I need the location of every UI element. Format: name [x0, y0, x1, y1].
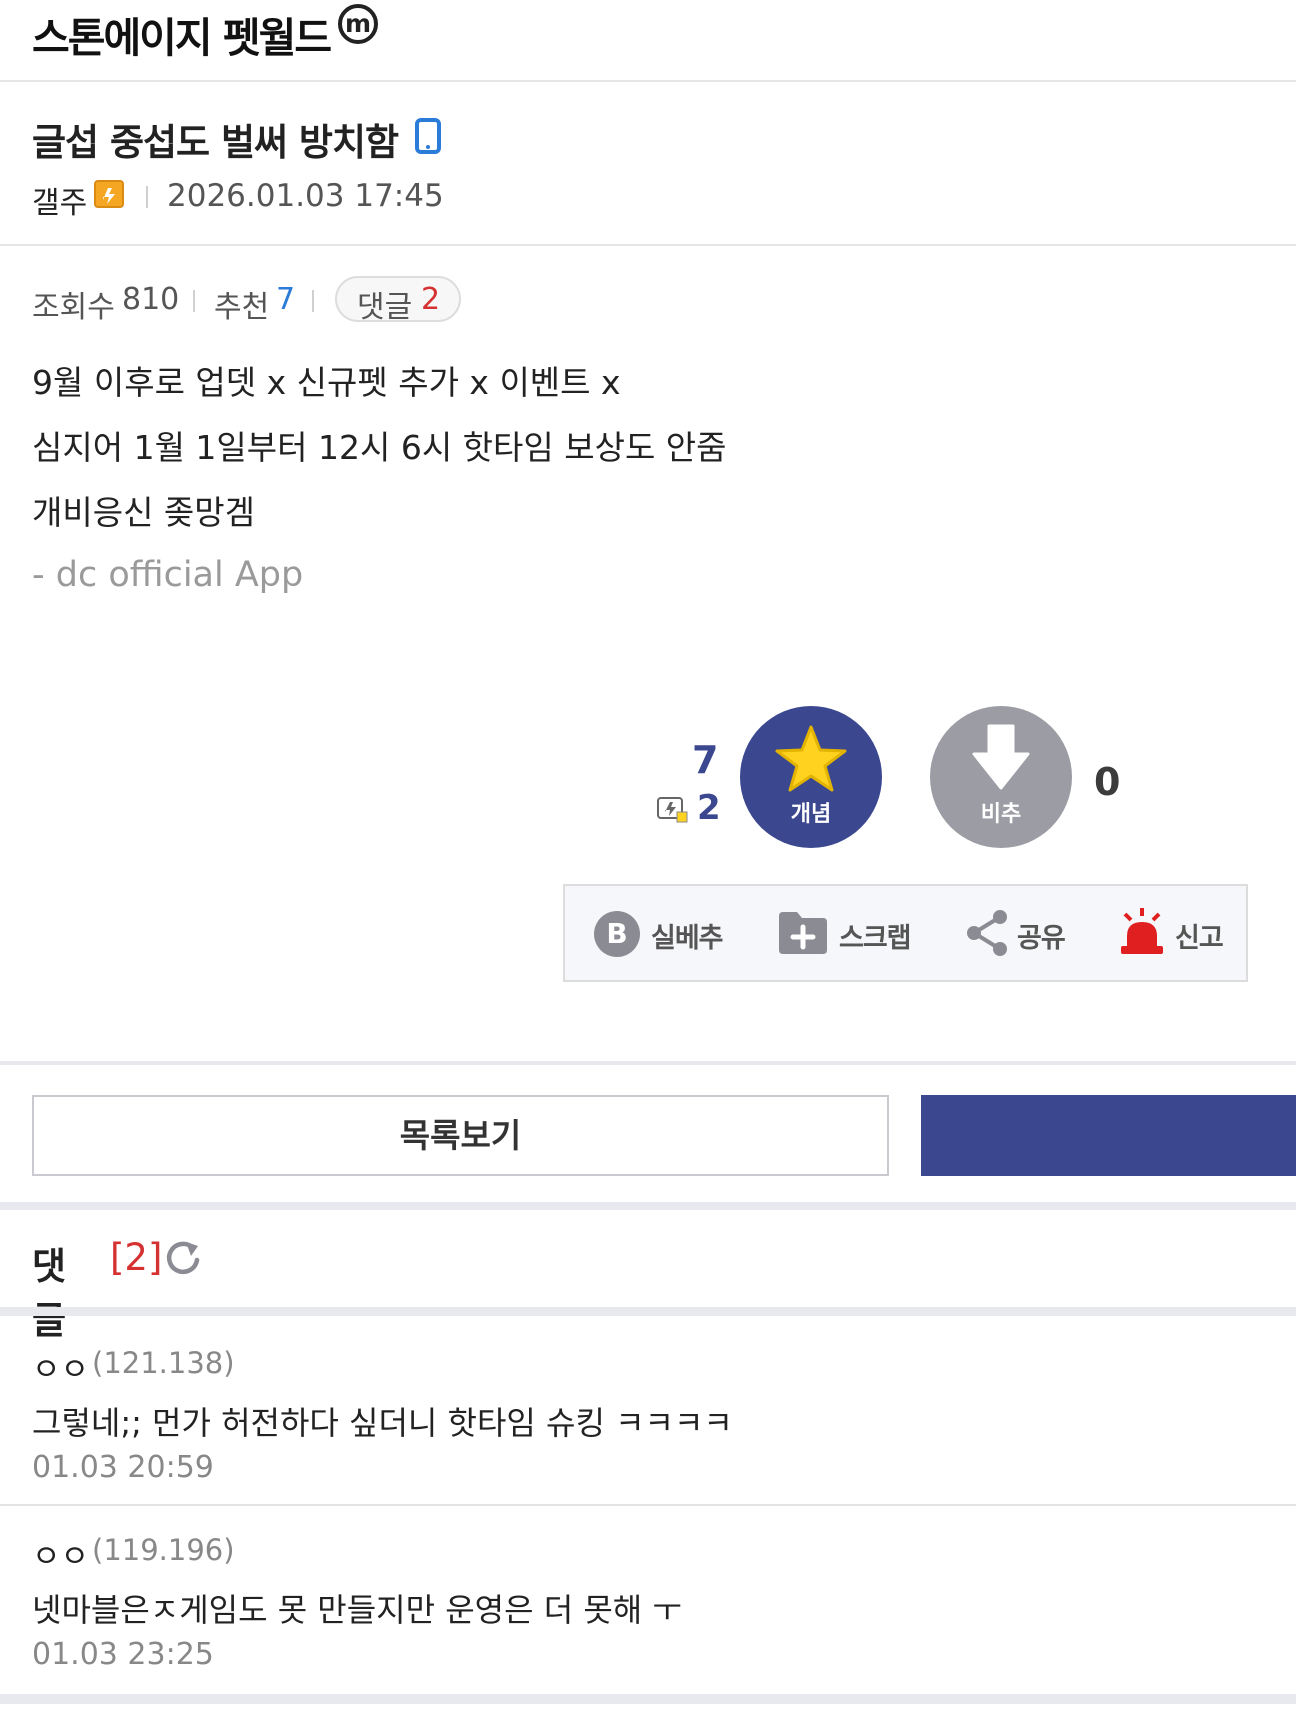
minor-gallery-icon: m [338, 4, 378, 44]
scrap-button[interactable]: 스크랩 [777, 886, 927, 980]
comment-divider [0, 1504, 1296, 1506]
divider [193, 290, 195, 312]
upvote-label: 개념 [790, 802, 832, 827]
report-label: 신고 [1175, 923, 1224, 954]
recommend-count: 7 [276, 282, 296, 317]
real-best-label: 실베추 [651, 923, 724, 954]
comment-item: ㅇㅇ (119.196) 넷마블은ㅈ게임도 못 만들지만 운영은 더 못해 ㅜ … [0, 1531, 1296, 1681]
post-body-line: 심지어 1월 1일부터 12시 6시 핫타임 보상도 안줌 [32, 428, 727, 467]
comment-ip: (121.138) [92, 1346, 235, 1380]
section-divider [0, 1202, 1296, 1210]
post-title: 글섭 중섭도 벌써 방치함 [32, 121, 399, 164]
comment-label: 댓글 [357, 290, 413, 325]
gallery-header: 스톤에이지 펫월드 m [0, 0, 1296, 82]
section-divider [0, 1061, 1296, 1065]
siren-icon [1121, 908, 1163, 954]
views-label: 조회수 [32, 290, 115, 325]
downvote-button[interactable]: 비추 [930, 706, 1072, 848]
upvote-count: 7 [692, 738, 719, 782]
arrow-down-icon [972, 724, 1030, 790]
post-action-bar: B 실베추 스크랩 공유 신고 [563, 884, 1248, 982]
section-divider [0, 1694, 1296, 1704]
comment-text: 그렇네;; 먼가 허전하다 싶더니 핫타임 슈킹 ㅋㅋㅋㅋ [32, 1404, 733, 1442]
comment-count-pill[interactable]: 댓글 2 [335, 276, 461, 325]
share-button[interactable]: 공유 [965, 886, 1075, 980]
b-circle-icon: B [594, 911, 640, 957]
downvote-label: 비추 [980, 802, 1022, 827]
share-icon [967, 910, 1007, 956]
divider [146, 186, 148, 208]
recommend-label: 추천 [214, 290, 270, 325]
scrap-label: 스크랩 [839, 923, 912, 954]
comments-title: 댓글 [32, 1245, 66, 1342]
write-button[interactable] [921, 1095, 1296, 1176]
section-divider [0, 1307, 1296, 1316]
post-body-line: 개비응신 좆망겜 [32, 493, 256, 532]
real-best-button[interactable]: B 실베추 [593, 886, 733, 980]
list-view-button[interactable]: 목록보기 [32, 1095, 889, 1176]
comment-time: 01.03 20:59 [32, 1450, 214, 1485]
comment-item: ㅇㅇ (121.138) 그렇네;; 먼가 허전하다 싶더니 핫타임 슈킹 ㅋㅋ… [0, 1344, 1296, 1494]
fixed-nick-recommend-icon [657, 797, 688, 823]
post-author[interactable]: 갤주 [32, 178, 87, 222]
app-signature: - dc official App [32, 555, 304, 595]
star-icon [775, 725, 847, 792]
downvote-count: 0 [1094, 760, 1121, 804]
svg-text:B: B [606, 917, 627, 950]
comment-nickname[interactable]: ㅇㅇ [32, 1531, 89, 1576]
share-label: 공유 [1017, 923, 1066, 954]
views-count: 810 [122, 282, 180, 317]
folder-plus-icon [779, 912, 827, 954]
divider [312, 290, 314, 312]
fixed-nick-badge-icon [94, 180, 124, 208]
refresh-icon[interactable] [164, 1238, 204, 1278]
post-header: 글섭 중섭도 벌써 방치함 갤주 2026.01.03 17:45 [0, 82, 1296, 246]
upvote-button[interactable]: 개념 [740, 706, 882, 848]
fixed-upvote-count: 2 [697, 788, 721, 828]
report-button[interactable]: 신고 [1117, 886, 1232, 980]
comment-ip: (119.196) [92, 1533, 235, 1567]
mobile-icon [415, 118, 441, 154]
comment-count: 2 [421, 282, 441, 317]
post-stats: 조회수 810 추천 7 댓글 2 [32, 276, 632, 325]
comments-count: [2] [110, 1236, 163, 1279]
gallery-title[interactable]: 스톤에이지 펫월드 [32, 4, 332, 64]
comment-text: 넷마블은ㅈ게임도 못 만들지만 운영은 더 못해 ㅜ [32, 1591, 682, 1629]
comment-nickname[interactable]: ㅇㅇ [32, 1344, 89, 1389]
comment-time: 01.03 23:25 [32, 1637, 214, 1672]
post-date: 2026.01.03 17:45 [167, 178, 444, 214]
post-body-line: 9월 이후로 업뎃 x 신규펫 추가 x 이벤트 x [32, 363, 621, 402]
